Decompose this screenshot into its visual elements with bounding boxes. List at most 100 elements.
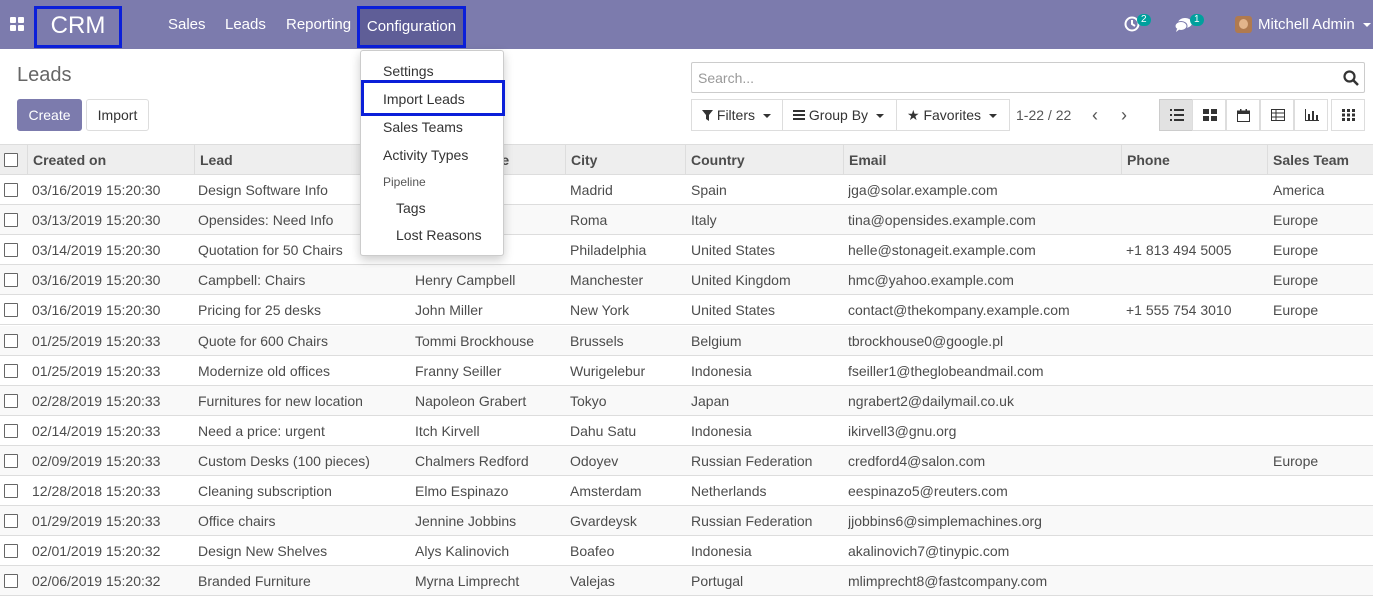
cell-created-on: 03/16/2019 15:20:30 [32,272,161,289]
cell-contact-name: John Miller [415,302,483,319]
cell-lead: Modernize old offices [198,362,331,379]
group-by-button[interactable]: Group By [782,99,897,131]
menu-item-lost-reasons[interactable]: Lost Reasons [361,221,503,249]
table-row[interactable]: 01/29/2019 15:20:33 Office chairs Jennine … [0,506,1373,537]
cell-contact-name: Tommi Brockhouse [415,332,535,349]
cell-email: jjobbins6@simplemachines.org [848,513,1042,530]
search-input[interactable] [698,68,1328,88]
column-phone[interactable]: Phone [1121,145,1268,175]
table-row[interactable]: 01/25/2019 15:20:33 Modernize old offices… [0,356,1373,386]
app-brand-crm[interactable]: CRM [34,6,122,48]
cell-email: hmc@yahoo.example.com [848,272,1014,289]
favorites-button[interactable]: ★ Favorites [896,99,1010,131]
cell-city: Amsterdam [570,483,642,499]
cell-contact-name: Henry Campbell [415,272,516,289]
column-country[interactable]: Country [685,145,844,175]
cell-created-on: 02/28/2019 15:20:33 [32,392,161,409]
pivot-view-icon[interactable] [1260,99,1294,131]
menu-item-activity-types[interactable]: Activity Types [361,141,503,169]
cell-created-on: 02/14/2019 15:20:33 [32,422,161,439]
table-row[interactable]: 02/14/2019 15:20:33 Need a price: urgent I… [0,416,1373,446]
create-button[interactable]: Create [17,99,82,131]
menu-sales[interactable]: Sales [168,0,206,49]
cell-lead: Design New Shelves [198,543,328,560]
column-city[interactable]: City [565,145,686,175]
search-icon[interactable] [1343,70,1359,86]
calendar-view-icon[interactable] [1226,99,1260,131]
table-row[interactable]: 02/28/2019 15:20:33 Furnitures for new lo… [0,385,1373,416]
table-row[interactable]: 03/16/2019 15:20:30 Campbell: Chairs Henry… [0,265,1373,296]
table-row[interactable]: 02/09/2019 15:20:33 Custom Desks (100 pie… [0,445,1373,476]
cell-contact-name: Jennine Jobbins [415,513,517,530]
row-checkbox[interactable] [4,574,18,589]
row-checkbox[interactable] [4,243,18,258]
row-checkbox[interactable] [4,484,18,498]
column-email[interactable]: Email [843,145,1122,175]
table-row[interactable]: 12/28/2018 15:20:33 Cleaning subscription… [0,476,1373,506]
table-row[interactable]: 03/14/2019 15:20:30 Quotation for 50 Chai… [0,235,1373,266]
cell-city: Gvardeysk [570,513,637,530]
table-row[interactable]: 03/13/2019 15:20:30 Opensides: Need Info R… [0,205,1373,236]
table-row[interactable]: 02/01/2019 15:20:32 Design New Shelves Aly… [0,536,1373,567]
table-row[interactable]: 02/06/2019 15:20:32 Branded Furniture Myrn… [0,566,1373,597]
table-row[interactable]: 01/25/2019 15:20:33 Quote for 600 Chairs T… [0,325,1373,356]
menu-leads[interactable]: Leads [225,0,266,49]
activity-view-icon[interactable] [1331,99,1365,131]
row-checkbox[interactable] [4,423,18,438]
row-checkbox[interactable] [4,333,18,348]
select-all-checkbox[interactable] [4,153,18,167]
cell-country: Indonesia [691,422,752,439]
row-checkbox[interactable] [4,544,18,559]
top-navbar: CRM Sales Leads Reporting Configuration … [0,0,1373,49]
cell-phone: +1 813 494 5005 [1126,242,1232,259]
user-menu[interactable]: Mitchell Admin [1258,0,1371,49]
pager-previous-icon[interactable]: ‹ [1083,99,1107,131]
cell-created-on: 12/28/2018 15:20:33 [32,483,161,499]
cell-email: tina@opensides.example.com [848,212,1036,229]
row-checkbox[interactable] [4,363,18,378]
row-checkbox[interactable] [4,183,18,197]
row-checkbox[interactable] [4,273,18,288]
cell-lead: Furnitures for new location [198,392,363,409]
cell-phone [1126,446,1266,476]
menu-reporting[interactable]: Reporting [286,0,351,49]
column-created-on[interactable]: Created on [27,145,195,175]
cell-country: Japan [691,392,730,409]
cell-created-on: 02/09/2019 15:20:33 [32,452,161,469]
cell-city: Tokyo [570,392,607,409]
table-row[interactable]: 03/16/2019 15:20:30 Pricing for 25 desks J… [0,295,1373,326]
kanban-view-icon[interactable] [1192,99,1226,131]
cell-created-on: 02/06/2019 15:20:32 [32,573,161,590]
filters-button[interactable]: Filters [691,99,783,131]
cell-sales-team [1273,506,1373,536]
chevron-down-icon [876,114,885,119]
cell-sales-team: Europe [1273,302,1319,319]
row-checkbox[interactable] [4,303,18,318]
row-checkbox[interactable] [4,453,18,468]
chevron-down-icon [763,114,772,119]
cell-created-on: 02/01/2019 15:20:32 [32,543,161,560]
pager-next-icon[interactable]: › [1112,99,1136,131]
cell-email: fseiller1@theglobeandmail.com [848,362,1044,379]
apps-menu-icon[interactable] [10,17,24,31]
menu-item-tags[interactable]: Tags [361,194,503,222]
list-bars-icon [793,110,805,120]
highlight-box [361,80,505,116]
row-checkbox[interactable] [4,514,18,529]
menu-configuration[interactable]: Configuration [357,6,466,48]
cell-contact-name: Myrna Limprecht [415,573,520,590]
cell-city: Brussels [570,332,624,349]
table-row[interactable]: 03/16/2019 15:20:30 Design Software Info M… [0,175,1373,205]
row-checkbox[interactable] [4,213,18,228]
cell-lead: Pricing for 25 desks [198,302,321,319]
graph-view-icon[interactable] [1294,99,1328,131]
page-title: Leads [17,64,72,86]
row-checkbox[interactable] [4,393,18,408]
import-button[interactable]: Import [86,99,149,131]
user-avatar[interactable] [1235,16,1252,33]
menu-item-sales-teams[interactable]: Sales Teams [361,113,503,141]
cell-contact-name: Elmo Espinazo [415,483,509,499]
pager-value[interactable]: 1-22 / 22 [1016,99,1071,131]
column-sales-team[interactable]: Sales Team [1267,145,1373,175]
list-view-icon[interactable] [1159,99,1193,131]
